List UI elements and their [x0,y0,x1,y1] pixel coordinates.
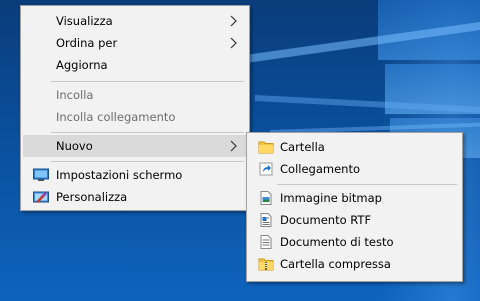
chevron-right-icon [230,140,237,152]
menu-item-label: Aggiorna [56,58,108,72]
menu-item-ordina-per[interactable]: Ordina per [23,32,247,54]
bitmap-icon [260,191,272,205]
shortcut-icon [259,162,273,176]
submenu-item-label: Immagine bitmap [280,191,382,205]
submenu-item-documento-rtf[interactable]: Documento RTF [249,209,460,231]
menu-item-label: Nuovo [56,139,93,153]
menu-separator [51,132,244,133]
menu-item-label: Visualizza [56,14,113,28]
text-document-icon [260,235,272,249]
folder-icon [258,141,274,154]
chevron-right-icon [230,37,237,49]
submenu-item-cartella[interactable]: Cartella [249,136,460,158]
desktop-context-menu: Visualizza Ordina per Aggiorna Incolla I… [20,5,250,211]
menu-separator [277,184,457,185]
rtf-document-icon [260,213,272,227]
menu-item-aggiorna[interactable]: Aggiorna [23,54,247,76]
menu-item-label: Impostazioni schermo [56,168,183,182]
menu-item-visualizza[interactable]: Visualizza [23,10,247,32]
submenu-item-label: Collegamento [280,162,360,176]
menu-item-label: Incolla [56,88,94,102]
zip-folder-icon [258,258,274,271]
menu-item-incolla: Incolla [23,84,247,106]
submenu-item-documento-di-testo[interactable]: Documento di testo [249,231,460,253]
submenu-item-label: Cartella compressa [280,257,391,271]
personalize-icon [33,191,49,203]
submenu-item-immagine-bitmap[interactable]: Immagine bitmap [249,187,460,209]
menu-item-label: Ordina per [56,36,118,50]
menu-item-personalizza[interactable]: Personalizza [23,186,247,208]
submenu-item-collegamento[interactable]: Collegamento [249,158,460,180]
menu-item-impostazioni-schermo[interactable]: Impostazioni schermo [23,164,247,186]
submenu-item-label: Documento RTF [280,213,372,227]
chevron-right-icon [230,15,237,27]
menu-item-label: Personalizza [56,190,128,204]
new-submenu: Cartella Collegamento Immagine bitmap Do… [246,132,463,282]
menu-item-incolla-collegamento: Incolla collegamento [23,106,247,128]
menu-separator [51,161,244,162]
menu-separator [51,81,244,82]
submenu-item-cartella-compressa[interactable]: Cartella compressa [249,253,460,275]
menu-item-label: Incolla collegamento [56,110,176,124]
submenu-item-label: Documento di testo [280,235,394,249]
display-settings-icon [33,168,49,181]
menu-item-nuovo[interactable]: Nuovo [23,135,247,157]
submenu-item-label: Cartella [280,140,325,154]
